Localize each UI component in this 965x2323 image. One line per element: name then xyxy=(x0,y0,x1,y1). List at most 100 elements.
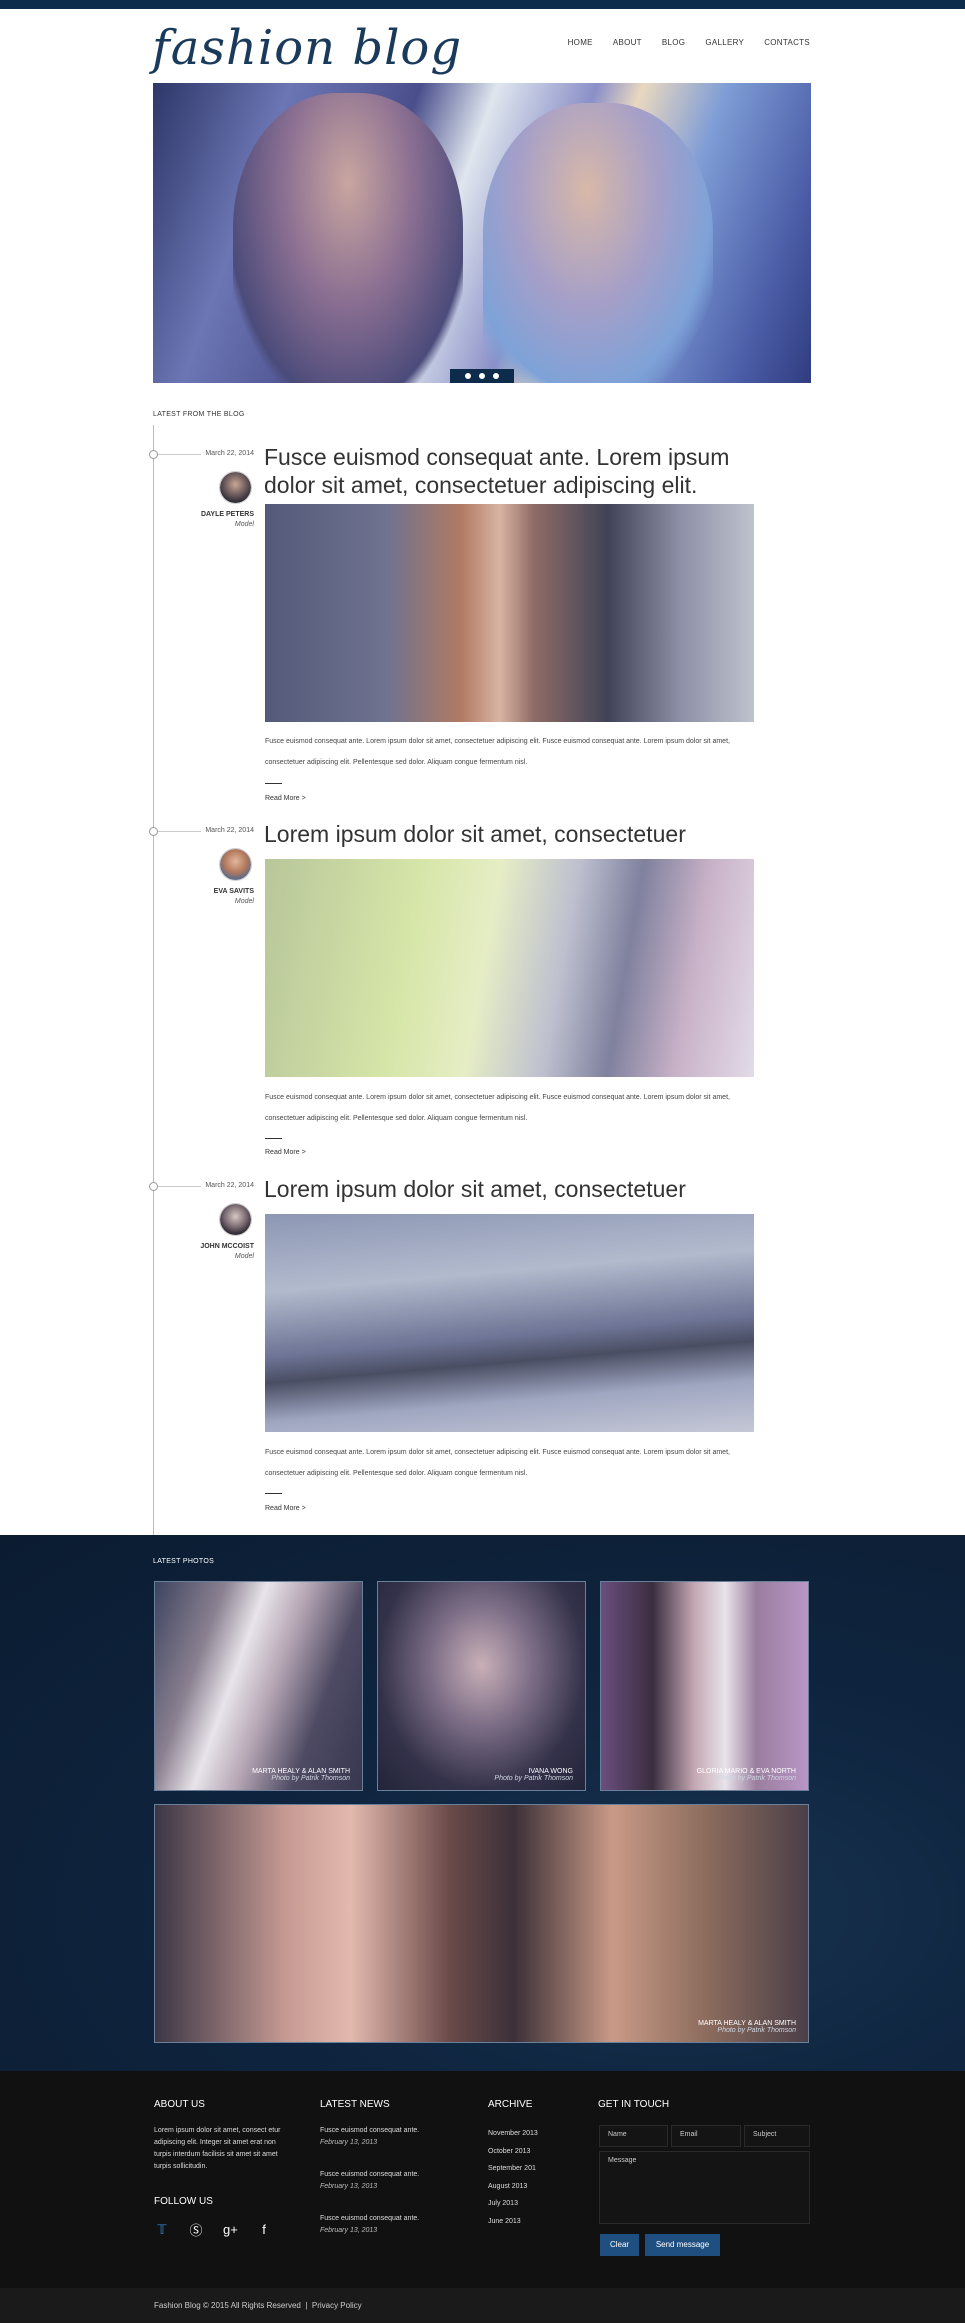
post-excerpt: Fusce euismod consequat ante. Lorem ipsu… xyxy=(265,1449,730,1477)
post-author-role: Model xyxy=(234,1253,254,1260)
post-date: March 22, 2014 xyxy=(205,827,254,834)
read-more-link[interactable]: Read More > xyxy=(265,795,306,802)
post-title[interactable]: Lorem ipsum dolor sit amet, consectetuer xyxy=(264,820,774,848)
nav-gallery[interactable]: GALLERY xyxy=(705,38,744,47)
photo-tile[interactable]: GLORIA MARIO & EVA NORTH Photo by Patrik… xyxy=(600,1581,809,1791)
slider-dot-1[interactable] xyxy=(465,373,471,379)
archive-link[interactable]: November 2013 xyxy=(488,2125,538,2143)
news-item[interactable]: Fusce euismod consequat ante. February 1… xyxy=(320,2169,440,2193)
archive-heading: ARCHIVE xyxy=(488,2099,533,2110)
author-avatar[interactable] xyxy=(219,848,252,881)
news-date: February 13, 2013 xyxy=(320,2183,378,2190)
subject-field[interactable]: Subject xyxy=(744,2125,810,2147)
privacy-policy-link[interactable]: Privacy Policy xyxy=(312,2301,362,2310)
google-plus-icon[interactable]: g+ xyxy=(223,2222,238,2237)
twitter-icon[interactable]: 𝕋 xyxy=(155,2222,169,2238)
post-title[interactable]: Fusce euismod consequat ante. Lorem ipsu… xyxy=(264,443,774,499)
archive-link[interactable]: October 2013 xyxy=(488,2143,538,2161)
news-item[interactable]: Fusce euismod consequat ante. February 1… xyxy=(320,2213,440,2237)
hero-slider[interactable] xyxy=(153,83,811,383)
skype-icon[interactable]: Ⓢ xyxy=(189,2220,203,2239)
photo-caption: MARTA HEALY & ALAN SMITH Photo by Patrik… xyxy=(252,1768,350,1782)
latest-photos-section: LATEST PHOTOS MARTA HEALY & ALAN SMITH P… xyxy=(0,1535,965,2071)
post-image[interactable] xyxy=(265,859,754,1077)
photo-credit: Photo by Patrik Thomson xyxy=(717,2027,796,2034)
divider xyxy=(265,1138,282,1139)
photo-title: IVANA WONG xyxy=(528,1768,573,1775)
follow-heading: FOLLOW US xyxy=(154,2196,213,2207)
about-heading: ABOUT US xyxy=(154,2099,205,2110)
main-nav: HOME ABOUT BLOG GALLERY CONTACTS xyxy=(568,38,810,47)
post-excerpt: Fusce euismod consequat ante. Lorem ipsu… xyxy=(265,1094,730,1122)
author-avatar[interactable] xyxy=(219,471,252,504)
latest-blog-heading: LATEST FROM THE BLOG xyxy=(153,411,245,418)
news-title[interactable]: Fusce euismod consequat ante. xyxy=(320,2125,440,2137)
slider-dot-3[interactable] xyxy=(493,373,499,379)
nav-blog[interactable]: BLOG xyxy=(662,38,685,47)
timeline-line xyxy=(153,425,154,1535)
news-date: February 13, 2013 xyxy=(320,2139,378,2146)
contact-heading: GET IN TOUCH xyxy=(598,2099,670,2110)
footer: ABOUT US Lorem ipsum dolor sit amet, con… xyxy=(0,2071,965,2288)
copyright-bar: Fashion Blog © 2015 All Rights Reserved … xyxy=(0,2288,965,2323)
post-author-role: Model xyxy=(234,521,254,528)
social-links: 𝕋 Ⓢ g+ f xyxy=(155,2220,271,2239)
photo-credit: Photo by Patrik Thomson xyxy=(271,1775,350,1782)
author-avatar[interactable] xyxy=(219,1203,252,1236)
photo-caption: GLORIA MARIO & EVA NORTH Photo by Patrik… xyxy=(697,1768,796,1782)
post-author-role: Model xyxy=(234,898,254,905)
nav-contacts[interactable]: CONTACTS xyxy=(764,38,810,47)
post-date: March 22, 2014 xyxy=(205,1182,254,1189)
read-more-link[interactable]: Read More > xyxy=(265,1149,306,1156)
photo-tile[interactable]: IVANA WONG Photo by Patrik Thomson xyxy=(377,1581,586,1791)
hero-image-man xyxy=(233,93,463,383)
news-date: February 13, 2013 xyxy=(320,2227,378,2234)
read-more-link[interactable]: Read More > xyxy=(265,1505,306,1512)
divider xyxy=(265,1493,282,1494)
post-excerpt: Fusce euismod consequat ante. Lorem ipsu… xyxy=(265,738,730,766)
photo-tile-wide[interactable]: MARTA HEALY & ALAN SMITH Photo by Patrik… xyxy=(154,1804,809,2043)
facebook-icon[interactable]: f xyxy=(257,2222,271,2237)
archive-list: November 2013 October 2013 September 201… xyxy=(488,2125,538,2230)
post-author[interactable]: EVA SAVITS xyxy=(154,888,254,895)
footer-separator: | xyxy=(305,2301,308,2310)
archive-link[interactable]: June 2013 xyxy=(488,2213,538,2231)
news-title[interactable]: Fusce euismod consequat ante. xyxy=(320,2169,440,2181)
photo-credit: Photo by Patrik Thomson xyxy=(494,1775,573,1782)
copyright-text: Fashion Blog © 2015 All Rights Reserved … xyxy=(154,2301,362,2310)
news-item[interactable]: Fusce euismod consequat ante. February 1… xyxy=(320,2125,440,2149)
copyright-notice: Fashion Blog © 2015 All Rights Reserved xyxy=(154,2301,301,2310)
slider-pagination xyxy=(450,369,514,383)
latest-photos-heading: LATEST PHOTOS xyxy=(153,1558,215,1565)
name-field[interactable]: Name xyxy=(599,2125,668,2147)
photo-caption: IVANA WONG Photo by Patrik Thomson xyxy=(494,1768,573,1782)
photo-credit: Photo by Patrik Thomson xyxy=(717,1775,796,1782)
divider xyxy=(265,783,282,784)
clear-button[interactable]: Clear xyxy=(600,2234,639,2256)
archive-link[interactable]: September 201 xyxy=(488,2160,538,2178)
nav-about[interactable]: ABOUT xyxy=(613,38,642,47)
about-text: Lorem ipsum dolor sit amet, consect etur… xyxy=(154,2127,281,2170)
slider-dot-2[interactable] xyxy=(479,373,485,379)
hero-image-woman xyxy=(483,103,713,383)
post-image[interactable] xyxy=(265,504,754,722)
send-message-button[interactable]: Send message xyxy=(645,2234,720,2256)
news-heading: LATEST NEWS xyxy=(320,2099,390,2110)
post-image[interactable] xyxy=(265,1214,754,1432)
top-accent-bar xyxy=(0,0,965,9)
post-author[interactable]: DAYLE PETERS xyxy=(154,511,254,518)
message-field[interactable]: Message xyxy=(599,2151,810,2224)
photo-tile[interactable]: MARTA HEALY & ALAN SMITH Photo by Patrik… xyxy=(154,1581,363,1791)
post-title[interactable]: Lorem ipsum dolor sit amet, consectetuer xyxy=(264,1175,774,1203)
nav-home[interactable]: HOME xyxy=(568,38,593,47)
photo-title: MARTA HEALY & ALAN SMITH xyxy=(252,1768,350,1775)
site-logo[interactable]: fashion blog xyxy=(152,18,462,78)
news-title[interactable]: Fusce euismod consequat ante. xyxy=(320,2213,440,2225)
archive-link[interactable]: August 2013 xyxy=(488,2178,538,2196)
photo-title: GLORIA MARIO & EVA NORTH xyxy=(696,1768,796,1775)
post-author[interactable]: JOHN MCCOIST xyxy=(154,1243,254,1250)
post-date: March 22, 2014 xyxy=(205,450,254,457)
photo-title: MARTA HEALY & ALAN SMITH xyxy=(698,2020,796,2027)
archive-link[interactable]: July 2013 xyxy=(488,2195,538,2213)
email-field[interactable]: Email xyxy=(671,2125,741,2147)
